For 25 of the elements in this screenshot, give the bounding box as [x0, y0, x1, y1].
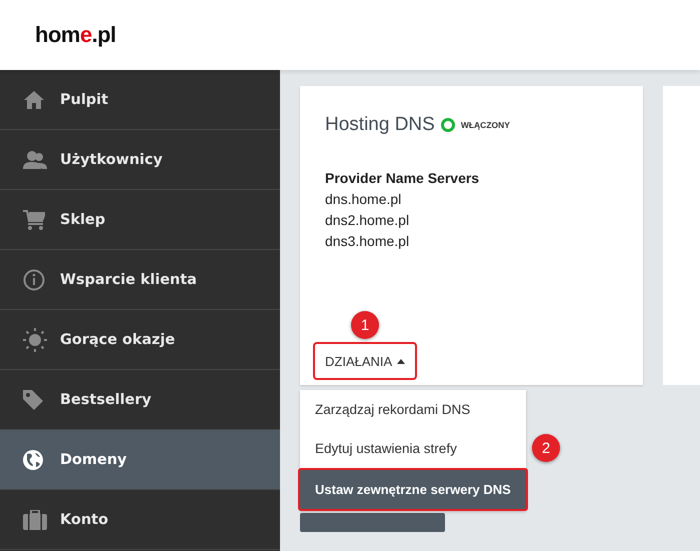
status-label: WŁĄCZONY — [460, 120, 510, 130]
section-title: Provider Name Servers — [325, 170, 480, 186]
step-badge: 2 — [532, 434, 560, 462]
menu-item[interactable]: Edytuj ustawienia strefy — [300, 429, 526, 468]
step-badge: 1 — [351, 311, 379, 339]
users-icon — [23, 150, 47, 170]
tag-icon — [23, 390, 43, 410]
card-title: Hosting DNS — [325, 114, 435, 136]
sun-icon — [23, 328, 47, 352]
menu-item[interactable]: Ustaw zewnętrzne serwery DNS — [298, 468, 528, 511]
name-server: dns2.home.pl — [325, 212, 410, 228]
logo[interactable]: home.pl — [35, 22, 116, 48]
name-server: dns.home.pl — [325, 191, 402, 207]
briefcase-icon — [23, 510, 47, 530]
info-icon — [23, 268, 45, 290]
caret-icon — [397, 358, 406, 364]
sidebar-item[interactable]: Domeny — [0, 430, 280, 490]
globe-icon — [23, 450, 43, 470]
sidebar-item[interactable]: Konto — [0, 490, 280, 550]
menu-item[interactable]: Zarządzaj rekordami DNS — [300, 390, 526, 429]
actions-button[interactable]: DZIAŁANIA — [313, 342, 418, 380]
name-server: dns3.home.pl — [325, 233, 410, 249]
home-icon — [23, 90, 45, 110]
cart-icon — [23, 210, 45, 230]
sidebar-item[interactable]: Użytkownicy — [0, 130, 280, 190]
